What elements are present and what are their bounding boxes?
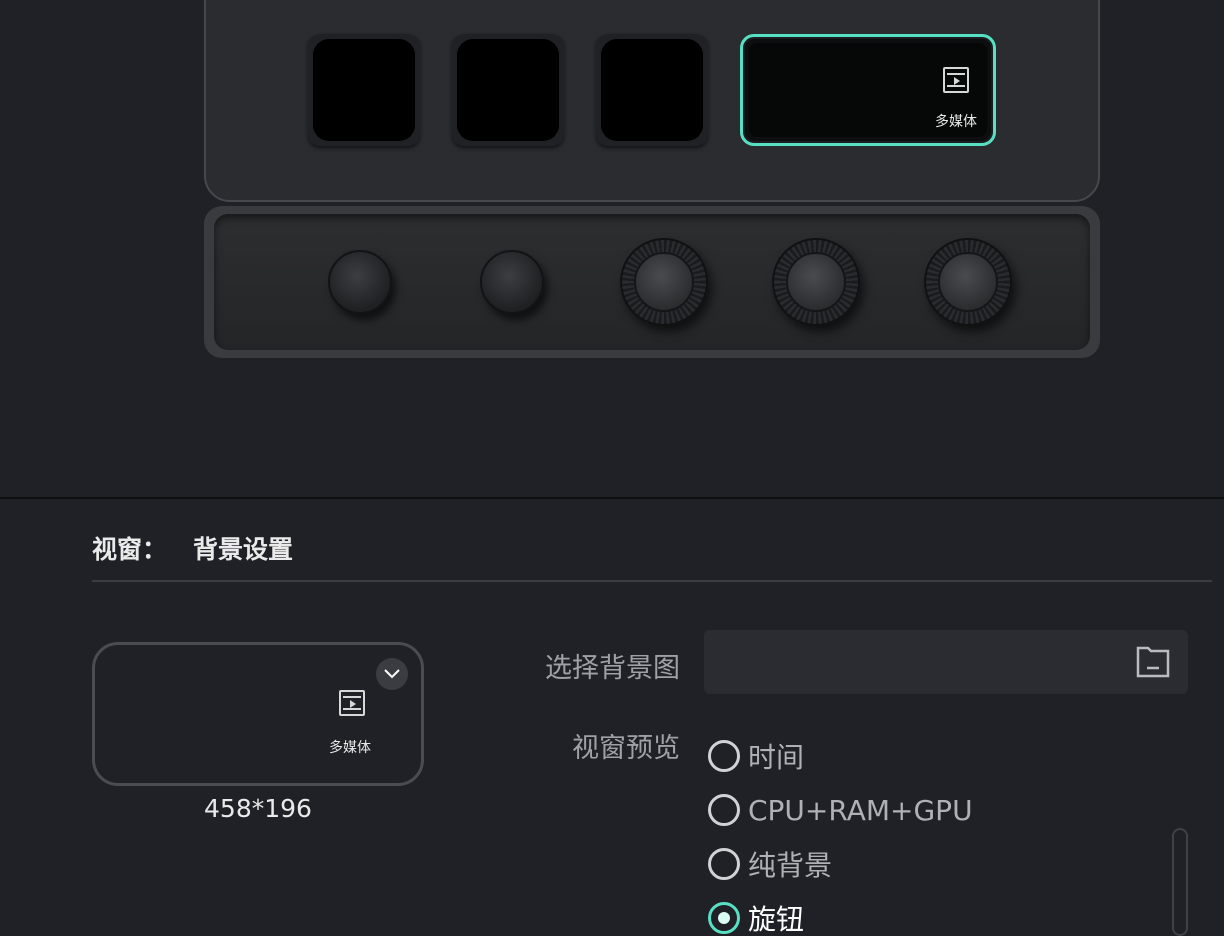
lcd-key-1[interactable] <box>308 34 420 146</box>
radio-button[interactable] <box>708 740 740 772</box>
radio-button[interactable] <box>708 848 740 880</box>
panel-title: 视窗： 背景设置 <box>92 530 293 566</box>
radio-option-cpu-ram-gpu[interactable]: CPU+RAM+GPU <box>708 792 973 828</box>
lcd-key-3[interactable] <box>596 34 708 146</box>
dial-1[interactable] <box>620 238 708 326</box>
multimedia-icon <box>943 67 969 93</box>
bg-image-label: 选择背景图 <box>545 653 680 684</box>
wide-key-label: 多媒体 <box>935 114 977 130</box>
dial-2[interactable] <box>772 238 860 326</box>
app-root: 多媒体 视窗： 背景设置 多媒体 458*196 选择背景图 视窗预览 时间 CP… <box>0 0 1224 936</box>
preview-size: 458*196 <box>204 794 312 823</box>
round-button-2[interactable] <box>480 250 544 314</box>
panel-title-text: 背景设置 <box>193 535 294 564</box>
chevron-down-icon[interactable] <box>376 658 408 690</box>
radio-option-time[interactable]: 时间 <box>708 738 804 774</box>
viewport-preview[interactable]: 多媒体 <box>92 642 424 786</box>
radio-label: 纯背景 <box>748 849 833 882</box>
radio-option-plain-bg[interactable]: 纯背景 <box>708 846 832 882</box>
radio-label: CPU+RAM+GPU <box>748 793 973 827</box>
radio-button-selected[interactable] <box>708 902 740 934</box>
radio-label: 时间 <box>748 741 805 774</box>
wide-touch-key[interactable]: 多媒体 <box>740 34 996 146</box>
radio-option-knob[interactable]: 旋钮 <box>708 900 804 936</box>
panel-title-prefix: 视窗： <box>92 535 168 564</box>
bg-image-input[interactable] <box>704 630 1188 694</box>
multimedia-icon <box>339 690 365 716</box>
preview-mode-label: 视窗预览 <box>572 733 680 764</box>
round-button-1[interactable] <box>328 250 392 314</box>
title-divider <box>92 580 1212 582</box>
lcd-key-2[interactable] <box>452 34 564 146</box>
radio-button[interactable] <box>708 794 740 826</box>
preview-label: 多媒体 <box>329 740 371 756</box>
radio-label: 旋钮 <box>748 903 805 936</box>
dial-3[interactable] <box>924 238 1012 326</box>
folder-icon[interactable] <box>1136 644 1170 682</box>
section-divider <box>0 497 1224 499</box>
scrollbar[interactable] <box>1172 828 1188 936</box>
